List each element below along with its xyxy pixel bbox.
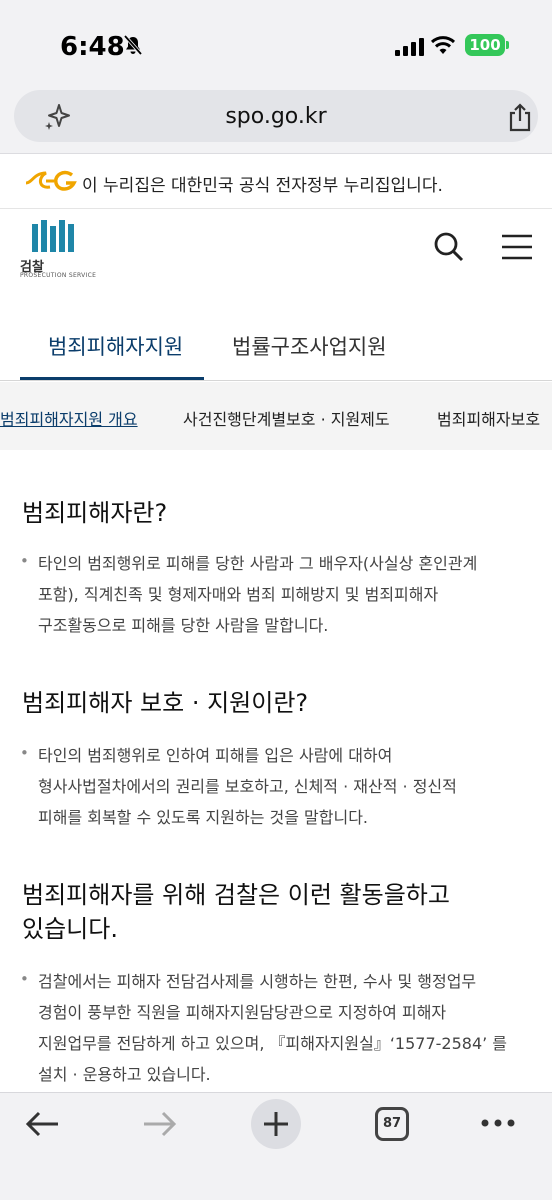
main-content: 범죄피해자란? • 타인의 범죄행위로 피해를 당한 사람과 그 배우자(사실상… [0,450,552,1092]
section-title-line: 범죄피해자를 위해 검찰은 이런 활동을하고 [22,881,450,909]
share-icon[interactable] [506,102,534,132]
paragraph-line: 구조활동으로 피해를 당한 사람을 말합니다. [38,616,329,635]
bullet: • [20,744,29,762]
section-title-line: 있습니다. [22,915,118,943]
status-bar: 6:48 100 [0,0,552,88]
section-paragraph: 검찰에서는 피해자 전담검사제를 시행하는 한편, 수사 및 행정업무 경험이 … [38,966,528,1090]
address-bar[interactable]: spo.go.kr [14,90,538,142]
bullet: • [20,970,29,988]
forward-arrow-icon[interactable] [140,1109,178,1139]
back-arrow-icon[interactable] [24,1109,62,1139]
primary-tabs: 범죄피해자지원 법률구조사업지원 [0,295,552,381]
bell-slash-icon [123,34,143,56]
browser-toolbar: 87 [0,1092,552,1200]
logo-emblem [32,220,74,252]
url-text: spo.go.kr [225,104,327,129]
search-icon[interactable] [432,230,466,264]
new-tab-button[interactable] [251,1099,301,1149]
battery-indicator: 100 [465,34,505,56]
paragraph-line: 설치 · 운용하고 있습니다. [38,1065,211,1084]
section-title: 범죄피해자를 위해 검찰은 이런 활동을하고 있습니다. [22,878,450,946]
paragraph-line: 형사사법절차에서의 권리를 보호하고, 신체적 · 재산적 · 정신적 [38,777,457,796]
section-paragraph: 타인의 범죄행위로 인하여 피해를 입은 사람에 대하여 형사사법절차에서의 권… [38,740,528,833]
plus-icon [264,1112,288,1136]
bullet: • [20,552,29,570]
site-logo[interactable]: 검찰 PROSECUTION SERVICE [20,220,96,282]
wifi-icon [430,36,456,54]
gov-banner: 이 누리집은 대한민국 공식 전자정부 누리집입니다. [0,155,552,209]
paragraph-line: 경험이 풍부한 직원을 피해자지원담당관으로 지정하여 피해자 [38,1003,447,1022]
paragraph-line: 지원업무를 전담하게 하고 있으며, 『피해자지원실』‘1577-2584’ 를 [38,1034,508,1053]
tab-count-button[interactable]: 87 [375,1107,409,1141]
paragraph-line: 피해를 회복할 수 있도록 지원하는 것을 말합니다. [38,808,369,827]
paragraph-line: 포함), 직계친족 및 형제자매와 범죄 피해방지 및 범죄피해자 [38,585,439,604]
paragraph-line: 검찰에서는 피해자 전담검사제를 시행하는 한편, 수사 및 행정업무 [38,972,477,991]
subtab-stage-protection[interactable]: 사건진행단계별보호 · 지원제도 [183,406,390,430]
more-icon[interactable] [480,1113,516,1133]
subtab-overview[interactable]: 범죄피해자지원 개요 [0,406,138,430]
paragraph-line: 타인의 범죄행위로 인하여 피해를 입은 사람에 대하여 [38,746,393,765]
battery-tip [506,41,509,49]
gov-banner-text: 이 누리집은 대한민국 공식 전자정부 누리집입니다. [82,176,443,196]
section-title: 범죄피해자란? [22,499,168,527]
section-title: 범죄피해자 보호 · 지원이란? [22,689,309,717]
signal-icon [395,38,424,56]
tab-legal-aid-support[interactable]: 법률구조사업지원 [232,331,387,361]
paragraph-line: 타인의 범죄행위로 피해를 당한 사람과 그 배우자(사실상 혼인관계 [38,554,478,573]
tab-victim-support[interactable]: 범죄피해자지원 [48,331,183,361]
status-time: 6:48 [60,32,125,62]
secondary-tabs: 범죄피해자지원 개요 사건진행단계별보호 · 지원제도 범죄피해자보호 [0,382,552,450]
browser-address-area: spo.go.kr [0,88,552,154]
section-paragraph: 타인의 범죄행위로 피해를 당한 사람과 그 배우자(사실상 혼인관계 포함),… [38,548,528,641]
hamburger-menu-icon[interactable] [500,232,534,262]
egov-logo [25,170,77,191]
site-header: 검찰 PROSECUTION SERVICE [0,210,552,290]
logo-subtitle: PROSECUTION SERVICE [20,272,97,279]
active-tab-indicator [20,377,204,380]
subtab-victim-protection[interactable]: 범죄피해자보호 [437,406,540,430]
